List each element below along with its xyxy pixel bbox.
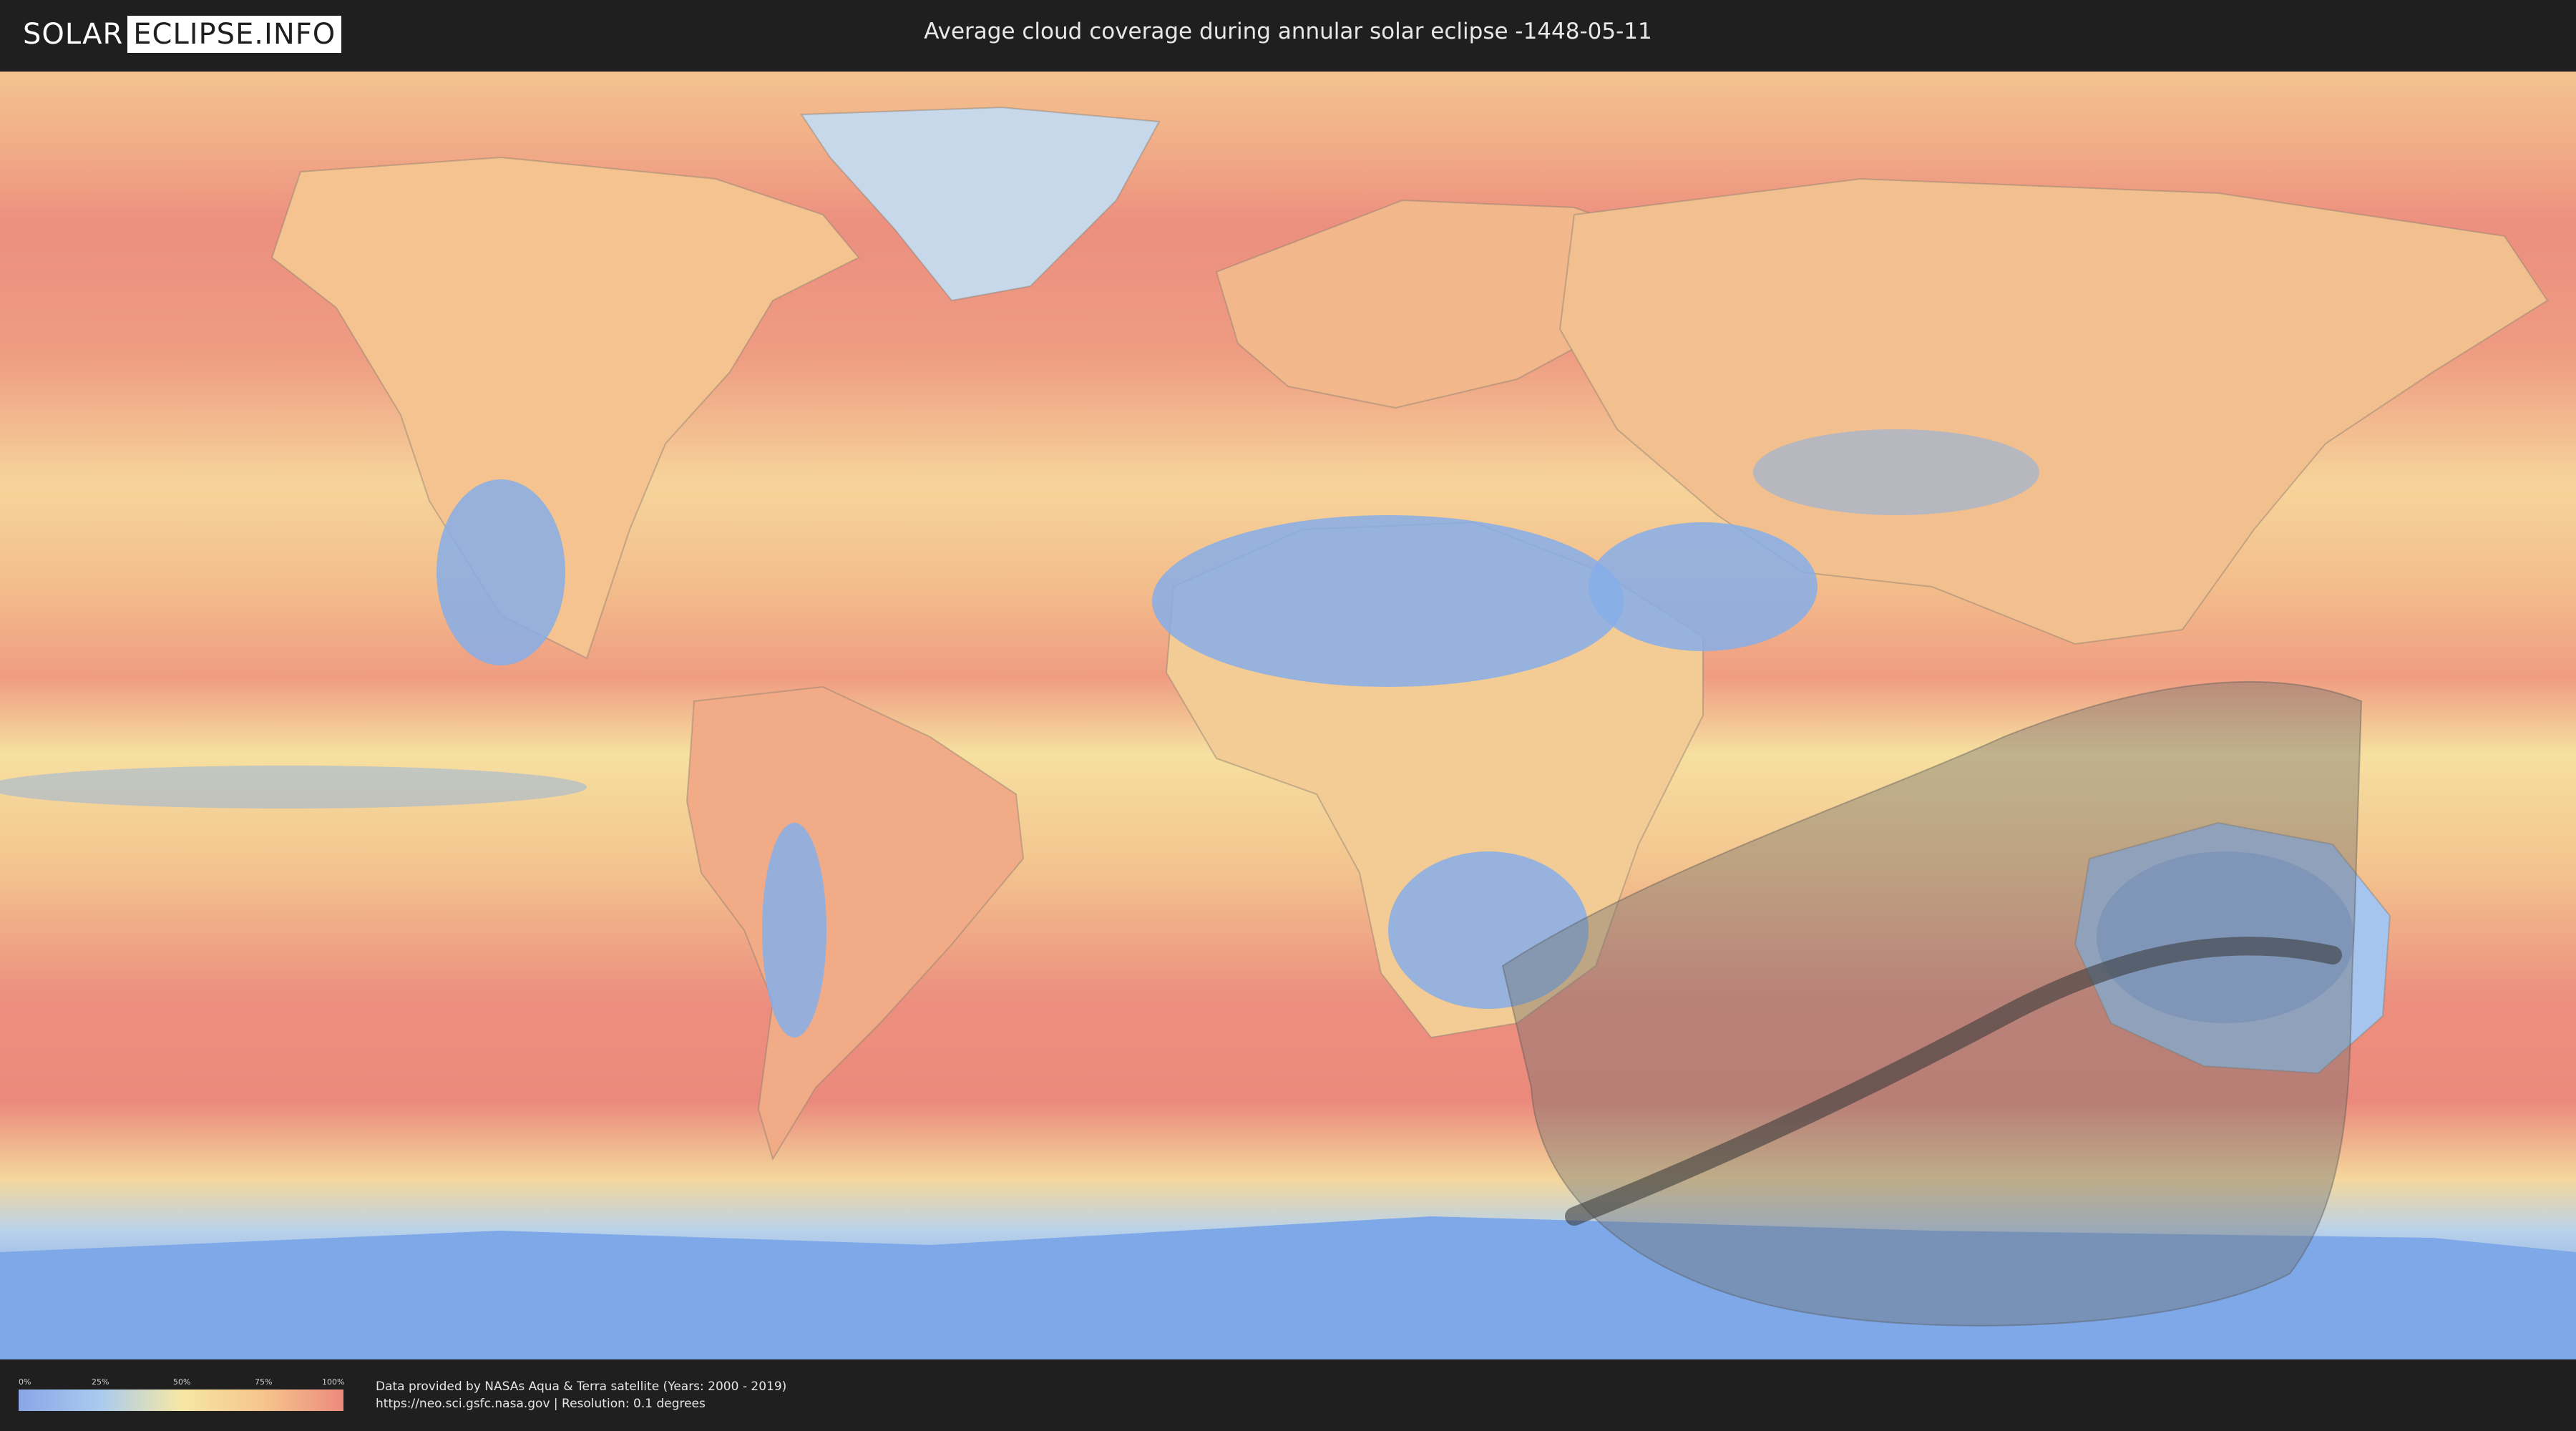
header-bar: SOLAR ECLIPSE.INFO Average cloud coverag… <box>0 0 2576 72</box>
clear-mexico <box>436 479 565 665</box>
clear-sahara <box>1152 515 1624 687</box>
clear-central-asia <box>1753 429 2039 515</box>
footer-bar: 0% 25% 50% 75% 100% Data provided by NAS… <box>0 1359 2576 1431</box>
scale-tick-0: 0% <box>19 1377 31 1387</box>
scale-tick-50: 50% <box>173 1377 191 1387</box>
scale-tick-100: 100% <box>322 1377 345 1387</box>
world-map <box>0 72 2576 1359</box>
clear-atacama <box>762 823 826 1037</box>
scale-tick-25: 25% <box>92 1377 109 1387</box>
cloud-coverage-map <box>0 72 2576 1359</box>
clear-arabia <box>1589 522 1818 651</box>
clear-pacific-band <box>0 766 587 809</box>
scale-tick-75: 75% <box>255 1377 273 1387</box>
data-credit-text: Data provided by NASAs Aqua & Terra sate… <box>376 1379 787 1394</box>
page-title: Average cloud coverage during annular so… <box>924 19 1652 44</box>
data-source-text: https://neo.sci.gsfc.nasa.gov | Resoluti… <box>376 1397 706 1411</box>
cloud-coverage-legend <box>19 1390 343 1411</box>
